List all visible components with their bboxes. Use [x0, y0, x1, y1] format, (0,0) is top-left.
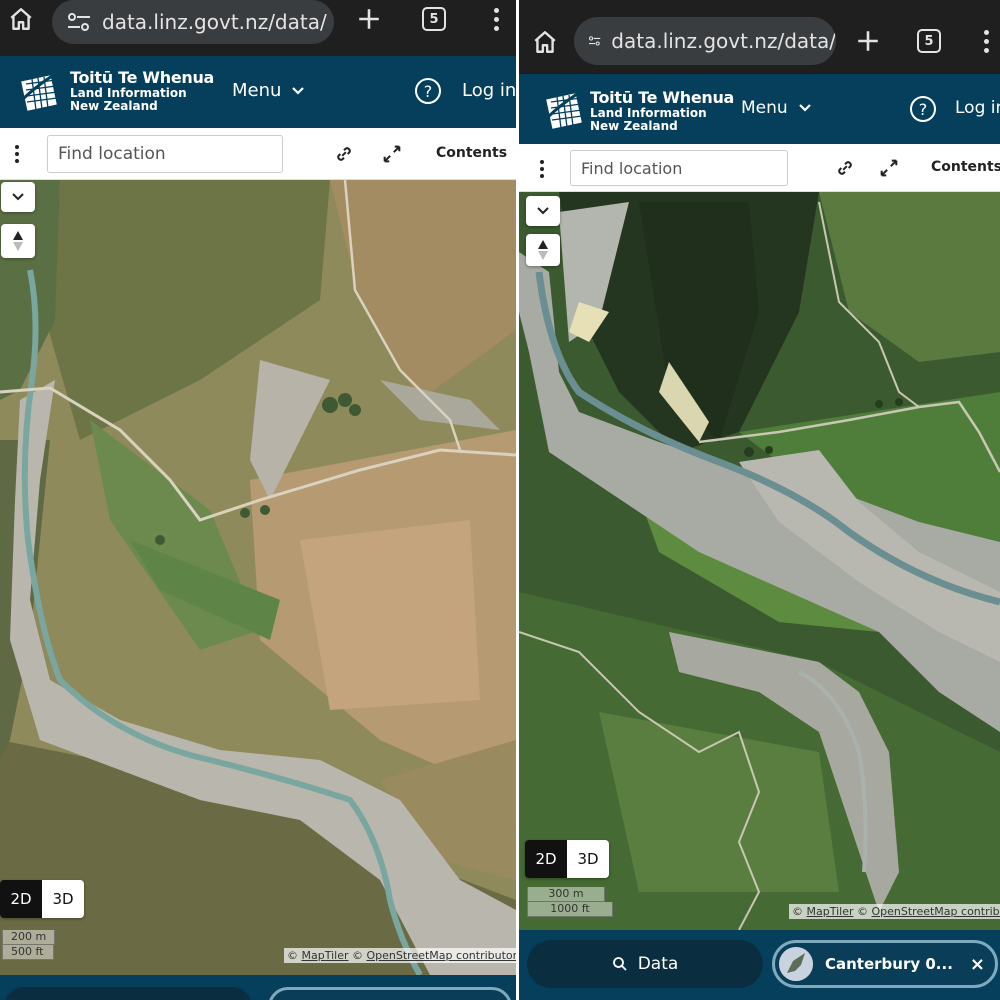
compass-icon	[13, 231, 23, 251]
login-link[interactable]: Log in	[462, 80, 516, 101]
link-icon[interactable]	[834, 157, 856, 179]
link-icon[interactable]	[333, 143, 355, 165]
browser-toolbar: data.linz.govt.nz/data/ 5	[0, 0, 516, 56]
tab-switcher-button[interactable]: 5	[422, 7, 446, 31]
map-toolbar: Find location Contents	[0, 128, 516, 180]
map-view[interactable]: 2D 3D 200 m 500 ft © MapTiler © OpenStre…	[0, 180, 516, 975]
aerial-imagery[interactable]	[0, 180, 516, 975]
attribution-copyright: ©	[287, 949, 302, 962]
layer-pill[interactable]: Canterbury 0... ×	[772, 940, 998, 988]
fullscreen-icon[interactable]	[878, 157, 900, 179]
osm-link[interactable]: OpenStreetMap contributors	[367, 949, 517, 962]
map-attribution: © MapTiler © OpenStreetMap contributors	[789, 904, 1000, 919]
site-settings-icon[interactable]	[588, 30, 601, 52]
layer-name: Canterbury 0...	[825, 955, 953, 973]
search-icon	[612, 957, 627, 971]
mode-3d-button[interactable]: 3D	[567, 840, 609, 878]
home-icon[interactable]	[8, 6, 34, 32]
map-options-icon[interactable]	[540, 160, 545, 181]
logo-wordmark: Toitū Te Whenua Land Information New Zea…	[70, 68, 215, 113]
maptiler-link[interactable]: MapTiler	[807, 905, 854, 918]
scale-bar: 300 m 1000 ft	[527, 887, 613, 917]
browser-menu-icon[interactable]	[984, 30, 990, 57]
bottom-bar: Data Canterbury 0... ×	[519, 930, 1000, 1000]
scale-imperial: 500 ft	[2, 945, 54, 960]
logo-line-3: New Zealand	[590, 119, 678, 133]
mode-3d-button[interactable]: 3D	[42, 880, 84, 918]
logo-line-1: Toitū Te Whenua	[590, 88, 735, 107]
logo-line-2: Land Information	[590, 106, 707, 120]
dimension-toggle[interactable]: 2D 3D	[525, 840, 609, 878]
contents-button[interactable]: Contents	[931, 159, 1000, 175]
scale-imperial: 1000 ft	[527, 902, 613, 917]
tab-switcher-button[interactable]: 5	[917, 29, 941, 53]
attribution-separator: ©	[853, 905, 872, 918]
linz-logo-icon[interactable]	[18, 70, 62, 114]
browser-toolbar: data.linz.govt.nz/data/ 5	[519, 0, 1000, 74]
collapse-panel-button[interactable]	[1, 182, 35, 212]
contents-button[interactable]: Contents	[436, 145, 507, 161]
mode-2d-button[interactable]: 2D	[525, 840, 567, 878]
url-text: data.linz.govt.nz/data/	[102, 10, 327, 34]
site-header: Toitū Te Whenua Land Information New Zea…	[519, 74, 1000, 144]
data-button[interactable]: Data	[527, 940, 763, 988]
browser-menu-icon[interactable]	[494, 8, 500, 35]
find-location-input[interactable]: Find location	[47, 135, 283, 173]
menu-label: Menu	[741, 98, 788, 118]
logo-line-2: Land Information	[70, 86, 187, 100]
map-attribution: © MapTiler © OpenStreetMap contributors	[284, 948, 516, 963]
new-tab-icon[interactable]	[855, 28, 881, 54]
help-icon[interactable]: ?	[415, 78, 441, 104]
data-label: Data	[637, 954, 679, 974]
find-location-input[interactable]: Find location	[570, 150, 788, 186]
right-screenshot: data.linz.govt.nz/data/ 5 Toitū Te Whenu…	[519, 0, 1000, 1000]
layer-thumbnail	[779, 947, 813, 981]
linz-logo-icon[interactable]	[543, 88, 587, 132]
collapse-panel-button[interactable]	[526, 196, 560, 226]
chevron-down-icon	[292, 86, 305, 95]
logo-line-1: Toitū Te Whenua	[70, 68, 215, 87]
new-tab-icon[interactable]	[356, 6, 382, 32]
maptiler-link[interactable]: MapTiler	[302, 949, 349, 962]
attribution-copyright: ©	[792, 905, 807, 918]
url-bar[interactable]: data.linz.govt.nz/data/	[574, 17, 836, 65]
logo-line-3: New Zealand	[70, 99, 158, 113]
aerial-imagery[interactable]	[519, 192, 1000, 930]
attribution-separator: ©	[348, 949, 367, 962]
menu-button[interactable]: Menu	[232, 80, 305, 101]
data-button[interactable]	[4, 987, 252, 1000]
scale-bar: 200 m 500 ft	[2, 930, 56, 960]
home-icon[interactable]	[532, 29, 558, 55]
chevron-down-icon	[798, 104, 811, 112]
compass-button[interactable]	[1, 224, 35, 258]
scale-metric: 300 m	[527, 887, 605, 902]
logo-wordmark: Toitū Te Whenua Land Information New Zea…	[590, 88, 735, 133]
menu-label: Menu	[232, 80, 282, 101]
menu-button[interactable]: Menu	[741, 98, 812, 118]
close-icon[interactable]: ×	[970, 954, 985, 975]
compass-button[interactable]	[526, 234, 560, 266]
left-screenshot: data.linz.govt.nz/data/ 5 Toitū Te Whenu…	[0, 0, 516, 1000]
map-toolbar: Find location Contents	[519, 144, 1000, 192]
url-bar[interactable]: data.linz.govt.nz/data/	[52, 0, 334, 44]
site-settings-icon[interactable]	[66, 11, 92, 33]
dimension-toggle[interactable]: 2D 3D	[0, 880, 84, 918]
help-icon[interactable]: ?	[910, 96, 936, 122]
chevron-down-icon	[537, 207, 549, 215]
layer-pill[interactable]	[268, 987, 512, 1000]
map-options-icon[interactable]	[15, 145, 20, 166]
chevron-down-icon	[12, 193, 24, 201]
mode-2d-button[interactable]: 2D	[0, 880, 42, 918]
scale-metric: 200 m	[2, 930, 56, 945]
bottom-bar	[0, 975, 516, 1000]
compass-icon	[538, 240, 548, 260]
login-link[interactable]: Log in	[955, 98, 1000, 118]
osm-link[interactable]: OpenStreetMap contributors	[872, 905, 1000, 918]
site-header: Toitū Te Whenua Land Information New Zea…	[0, 56, 516, 128]
map-view[interactable]: 2D 3D 300 m 1000 ft © MapTiler © OpenStr…	[519, 192, 1000, 930]
fullscreen-icon[interactable]	[381, 143, 403, 165]
url-text: data.linz.govt.nz/data/	[611, 29, 836, 53]
